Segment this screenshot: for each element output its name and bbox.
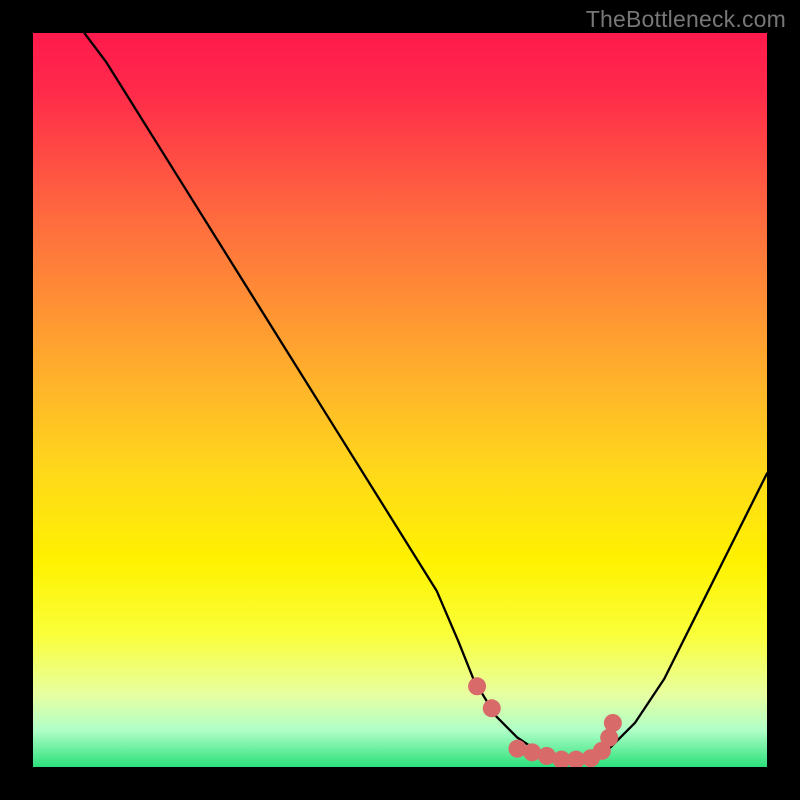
plot-area (33, 33, 767, 767)
chart-frame: TheBottleneck.com (0, 0, 800, 800)
marker-dot (483, 699, 501, 717)
marker-dot (604, 714, 622, 732)
chart-svg (33, 33, 767, 767)
highlighted-points (468, 677, 622, 767)
watermark-text: TheBottleneck.com (586, 6, 786, 33)
marker-dot (468, 677, 486, 695)
bottleneck-curve (84, 33, 767, 760)
